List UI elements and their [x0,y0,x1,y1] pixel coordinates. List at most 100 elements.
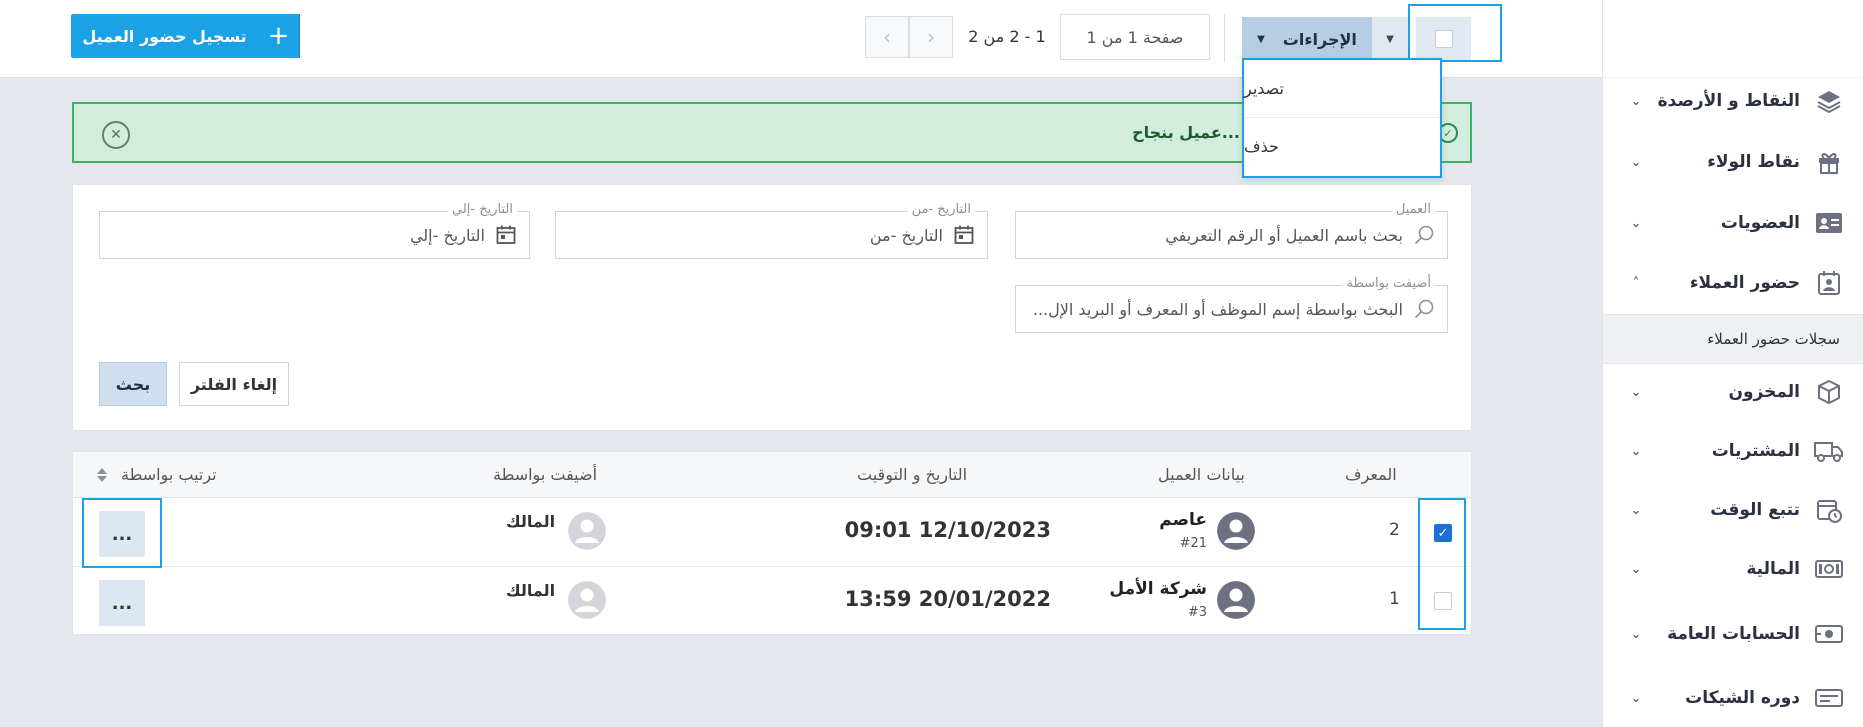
customer-field-label: العميل [1391,202,1435,217]
row-checkbox-highlight [1418,498,1466,630]
table-row[interactable]: 1 شركة الأمل #3 13:59 20/01/2022 المالك … [73,567,1471,636]
attendance-icon [1814,268,1844,298]
menu-item-delete[interactable]: حذف [1244,117,1440,174]
customer-search-field[interactable]: العميل بحث باسم العميل أو الرقم التعريفي [1015,202,1448,259]
close-icon[interactable]: ✕ [102,121,130,149]
chevron-down-icon: ⌄ [1630,443,1642,459]
header-customer: بيانات العميل [1158,465,1245,484]
added-by-name: المالك [506,581,556,600]
row-id: 2 [1389,520,1400,540]
add-attendance-label: تسجيل حضور العميل [82,26,247,46]
sidebar-item-points-balances[interactable]: النقاط و الأرصدة ⌄ [1603,71,1863,131]
caret-down-icon: ▼ [1257,33,1265,45]
clear-filter-button[interactable]: إلغاء الفلتر [179,362,289,406]
date-to-label: التاريخ -إلي [448,202,517,217]
actions-label: الإجراءات [1282,29,1357,49]
sidebar-item-general-accounts[interactable]: الحسابات العامة ⌄ [1603,604,1863,664]
date-to-field[interactable]: التاريخ -إلي التاريخ -إلي [99,202,530,259]
header-added-by: أضيفت بواسطة [493,465,598,484]
owner-avatar-icon [568,512,606,550]
chevron-up-icon: ˄ [1632,275,1640,291]
calendar-icon [496,225,516,244]
toolbar-divider [1224,14,1225,62]
sidebar-item-customer-attendance[interactable]: حضور العملاء ˄ [1603,253,1863,313]
attendance-table: المعرف بيانات العميل التاريخ و التوقيت أ… [72,451,1472,635]
actions-menu: تصدير حذف [1242,58,1442,178]
layers-icon [1814,86,1844,116]
sidebar-item-label: المالية [1746,559,1800,579]
truck-icon [1814,436,1844,466]
select-options-caret[interactable]: ▼ [1372,17,1408,61]
chevron-down-icon: ⌄ [1630,690,1642,706]
alert-message: ...عميل بنجاح [1132,123,1240,142]
sort-by-label[interactable]: ترتيب بواسطة [121,465,217,484]
sidebar: النقاط و الأرصدة ⌄ نقاط الولاء ⌄ العضويا… [1602,0,1863,727]
sidebar-item-inventory[interactable]: المخزون ⌄ [1603,362,1863,422]
chevron-right-icon: › [927,25,935,49]
customer-name[interactable]: عاصم [1159,510,1207,530]
added-by-search-field[interactable]: أضيفت بواسطة البحث بواسطة إسم الموظف أو … [1015,276,1448,333]
cash-icon [1814,554,1844,584]
sidebar-item-label: الحسابات العامة [1667,624,1800,644]
sidebar-item-label: تتبع الوقت [1710,500,1800,520]
search-icon [1414,225,1434,245]
sidebar-item-label: نقاط الولاء [1707,152,1800,172]
sidebar-item-label: النقاط و الأرصدة [1657,91,1800,111]
date-from-field[interactable]: التاريخ -من التاريخ -من [555,202,988,259]
pagination-next-button[interactable]: › [909,16,953,58]
sidebar-item-label: المشتريات [1711,441,1800,461]
date-from-input[interactable]: التاريخ -من [870,226,943,245]
pagination-range: 1 - 2 من 2 [968,27,1046,46]
header-datetime: التاريخ و التوقيت [857,465,968,484]
table-header: المعرف بيانات العميل التاريخ و التوقيت أ… [73,452,1471,498]
chevron-down-icon: ⌄ [1630,215,1642,231]
actions-dropdown-button[interactable]: ▼ الإجراءات [1242,17,1372,61]
select-all-highlight [1408,4,1502,62]
sidebar-item-label: دوره الشيكات [1685,688,1800,708]
date-from-label: التاريخ -من [907,202,975,217]
sidebar-item-cheques[interactable]: دوره الشيكات ⌄ [1603,668,1863,727]
box-icon [1814,377,1844,407]
customer-name[interactable]: شركة الأمل [1109,579,1207,599]
sidebar-item-label: حضور العملاء [1689,273,1800,293]
sidebar-item-loyalty[interactable]: نقاط الولاء ⌄ [1603,132,1863,192]
sidebar-item-label: المخزون [1728,382,1800,402]
customer-avatar-icon [1217,581,1255,619]
table-row[interactable]: 2 عاصم #21 09:01 12/10/2023 المالك ... [73,498,1471,567]
date-to-input[interactable]: التاريخ -إلي [410,226,485,245]
chevron-down-icon: ⌄ [1630,154,1642,170]
chevron-down-icon: ⌄ [1630,626,1642,642]
added-by-name: المالك [506,512,556,531]
search-icon [1414,299,1434,319]
cheque-icon [1814,683,1844,713]
sort-icon[interactable] [96,467,108,483]
caret-down-icon: ▼ [1386,33,1394,45]
search-button[interactable]: بحث [99,362,167,406]
sidebar-item-memberships[interactable]: العضويات ⌄ [1603,193,1863,253]
plus-icon: + [258,14,300,58]
accounts-icon [1814,619,1844,649]
chevron-down-icon: ⌄ [1630,561,1642,577]
pagination-prev-button[interactable]: ‹ [865,16,909,58]
added-by-field-label: أضيفت بواسطة [1342,276,1435,291]
add-attendance-button[interactable]: تسجيل حضور العميل + [71,14,300,58]
sidebar-item-finance[interactable]: المالية ⌄ [1603,539,1863,599]
sidebar-item-label: العضويات [1720,213,1800,233]
row-datetime: 09:01 12/10/2023 [844,518,1051,542]
owner-avatar-icon [568,581,606,619]
more-button-highlight [82,498,162,568]
sidebar-item-purchases[interactable]: المشتريات ⌄ [1603,421,1863,481]
added-by-search-input[interactable]: البحث بواسطة إسم الموظف أو المعرف أو الب… [1033,300,1403,319]
sidebar-subitem-attendance-logs[interactable]: سجلات حضور العملاء [1603,314,1863,364]
calendar-clock-icon [1814,495,1844,525]
row-id: 1 [1389,589,1400,609]
pagination-page-selector[interactable]: صفحة 1 من 1 [1060,14,1210,60]
customer-search-input[interactable]: بحث باسم العميل أو الرقم التعريفي [1165,226,1403,245]
filter-panel: العميل بحث باسم العميل أو الرقم التعريفي… [72,184,1472,431]
sidebar-item-time-tracking[interactable]: تتبع الوقت ⌄ [1603,480,1863,540]
chevron-down-icon: ⌄ [1630,93,1642,109]
calendar-icon [954,225,974,244]
sidebar-logo-area [1603,0,1863,78]
menu-item-export[interactable]: تصدير [1244,60,1440,117]
row-more-button[interactable]: ... [99,580,145,626]
